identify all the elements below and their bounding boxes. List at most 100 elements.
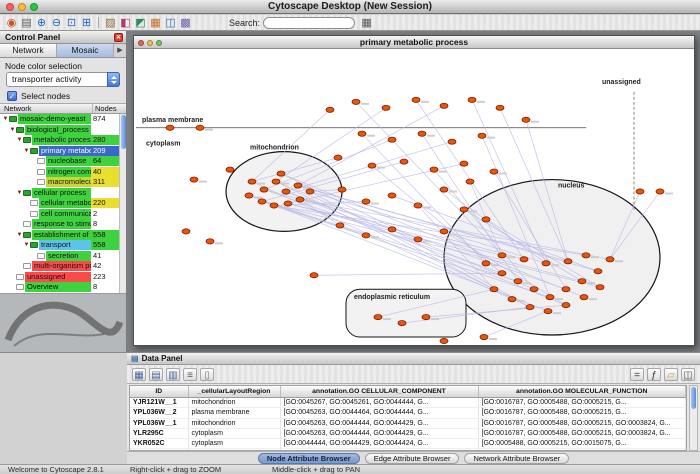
table-row[interactable]: YJR121W__1mitochondrion[GO:0045267, GO:0…	[130, 398, 686, 408]
network-node[interactable]	[468, 97, 476, 102]
table-scrollbar-thumb[interactable]	[691, 387, 696, 409]
network-node[interactable]	[398, 320, 406, 325]
minimize-network-icon[interactable]	[147, 40, 153, 46]
expander-icon[interactable]: ▼	[16, 137, 23, 143]
network-node[interactable]	[546, 295, 554, 300]
network-node[interactable]	[440, 103, 448, 108]
network-node[interactable]	[270, 203, 278, 208]
tree-row[interactable]: ▼transport558	[0, 240, 119, 251]
network-node[interactable]	[226, 167, 234, 172]
network-node[interactable]	[412, 97, 420, 102]
network-canvas[interactable]: plasma membranecytoplasmmitochondrionnuc…	[134, 50, 694, 345]
network-node[interactable]	[258, 199, 266, 204]
network-node[interactable]	[182, 229, 190, 234]
zoom-fit-icon[interactable]: ⊞	[79, 16, 94, 30]
network-node[interactable]	[482, 261, 490, 266]
trash-icon[interactable]: ▯	[200, 368, 214, 381]
network-node[interactable]	[362, 199, 370, 204]
table-row[interactable]: YKR052Ccytoplasm[GO:0044444, GO:0044429,…	[130, 439, 686, 449]
tree-row[interactable]: Overview8	[0, 282, 119, 293]
expander-icon[interactable]: ▼	[16, 232, 23, 238]
network-node[interactable]	[522, 117, 530, 122]
column-header[interactable]: annotation.GO MOLECULAR_FUNCTION	[478, 386, 686, 398]
network-node[interactable]	[277, 171, 285, 176]
network-node[interactable]	[562, 303, 570, 308]
network-node[interactable]	[374, 315, 382, 320]
select-nodes-checkbox[interactable]: ✓	[7, 91, 17, 101]
network-overview-thumbnail[interactable]	[0, 293, 126, 352]
network-import-icon[interactable]: ▦	[148, 16, 163, 30]
network-node[interactable]	[460, 161, 468, 166]
attribute-browser-tab[interactable]: Node Attribute Browser	[258, 453, 360, 464]
vizmapper-icon[interactable]: ◧	[118, 16, 133, 30]
network-node[interactable]	[578, 279, 586, 284]
table-scrollbar[interactable]	[689, 385, 698, 451]
column-header[interactable]: _cellularLayoutRegion	[188, 386, 280, 398]
network-node[interactable]	[388, 137, 396, 142]
network-node[interactable]	[400, 159, 408, 164]
tree-row[interactable]: nitrogen compo40	[0, 167, 119, 178]
network-node[interactable]	[306, 189, 314, 194]
network-node[interactable]	[248, 179, 256, 184]
tree-row[interactable]: secretion41	[0, 251, 119, 262]
network-node[interactable]	[580, 295, 588, 300]
network-node[interactable]	[440, 338, 448, 343]
close-network-icon[interactable]	[138, 40, 144, 46]
network-node[interactable]	[196, 125, 204, 130]
maximize-network-icon[interactable]	[156, 40, 162, 46]
network-node[interactable]	[594, 269, 602, 274]
function-builder-icon[interactable]: ƒ	[647, 368, 661, 381]
clear-icon[interactable]: ◫	[681, 368, 695, 381]
tree-row[interactable]: ▼primary metabo209	[0, 146, 119, 157]
expander-icon[interactable]: ▼	[2, 116, 9, 122]
network-node[interactable]	[440, 229, 448, 234]
network-node[interactable]	[542, 261, 550, 266]
tree-row[interactable]: ▼metabolic process280	[0, 135, 119, 146]
network-node[interactable]	[352, 99, 360, 104]
expander-icon[interactable]: ▼	[23, 242, 30, 248]
tree-scrollbar-thumb[interactable]	[121, 115, 126, 149]
network-node[interactable]	[388, 193, 396, 198]
tree-row[interactable]: macromolecule311	[0, 177, 119, 188]
expander-icon[interactable]: ▼	[23, 148, 30, 154]
select-attributes-icon[interactable]: ▦	[132, 368, 146, 381]
session-icon[interactable]: ◉	[4, 16, 19, 30]
expander-icon[interactable]: ▼	[9, 127, 16, 133]
color-attribute-dropdown[interactable]: transporter activity	[6, 72, 120, 87]
network-node[interactable]	[382, 105, 390, 110]
network-node[interactable]	[562, 287, 570, 292]
tree-row[interactable]: unassigned223	[0, 272, 119, 283]
column-header[interactable]: annotation.GO CELLULAR_COMPONENT	[280, 386, 478, 398]
tree-scrollbar[interactable]	[119, 114, 126, 293]
zoom-out-icon[interactable]: ⊖	[49, 16, 64, 30]
attribute-grid-icon[interactable]: ▦	[359, 16, 374, 30]
network-window-titlebar[interactable]: primary metabolic process	[134, 36, 694, 49]
network-node[interactable]	[478, 133, 486, 138]
column-header[interactable]: ID	[130, 386, 188, 398]
tab-scroll-right-icon[interactable]: ▶	[114, 44, 126, 57]
network-node[interactable]	[448, 139, 456, 144]
zoom-in-icon[interactable]: ⊕	[34, 16, 49, 30]
network-node[interactable]	[498, 253, 506, 258]
network-node[interactable]	[245, 193, 253, 198]
tree-row[interactable]: ▼cellular process	[0, 188, 119, 199]
equation-icon[interactable]: =	[630, 368, 644, 381]
zoom-selected-icon[interactable]: ⊡	[64, 16, 79, 30]
network-node[interactable]	[414, 203, 422, 208]
tree-row[interactable]: multi-organism pro42	[0, 261, 119, 272]
network-node[interactable]	[636, 189, 644, 194]
tree-row[interactable]: cellular metabo220	[0, 198, 119, 209]
network-node[interactable]	[260, 187, 268, 192]
dropdown-arrows-icon[interactable]	[107, 72, 120, 87]
plugins-icon[interactable]: ▩	[178, 16, 193, 30]
network-node[interactable]	[496, 105, 504, 110]
network-node[interactable]	[508, 297, 516, 302]
network-node[interactable]	[358, 131, 366, 136]
tree-row[interactable]: cell communicat2	[0, 209, 119, 220]
network-node[interactable]	[564, 259, 572, 264]
network-node[interactable]	[480, 334, 488, 339]
attribute-browser-tab[interactable]: Network Attribute Browser	[464, 453, 569, 464]
network-node[interactable]	[284, 201, 292, 206]
network-node[interactable]	[334, 155, 342, 160]
close-window-icon[interactable]	[6, 3, 14, 11]
